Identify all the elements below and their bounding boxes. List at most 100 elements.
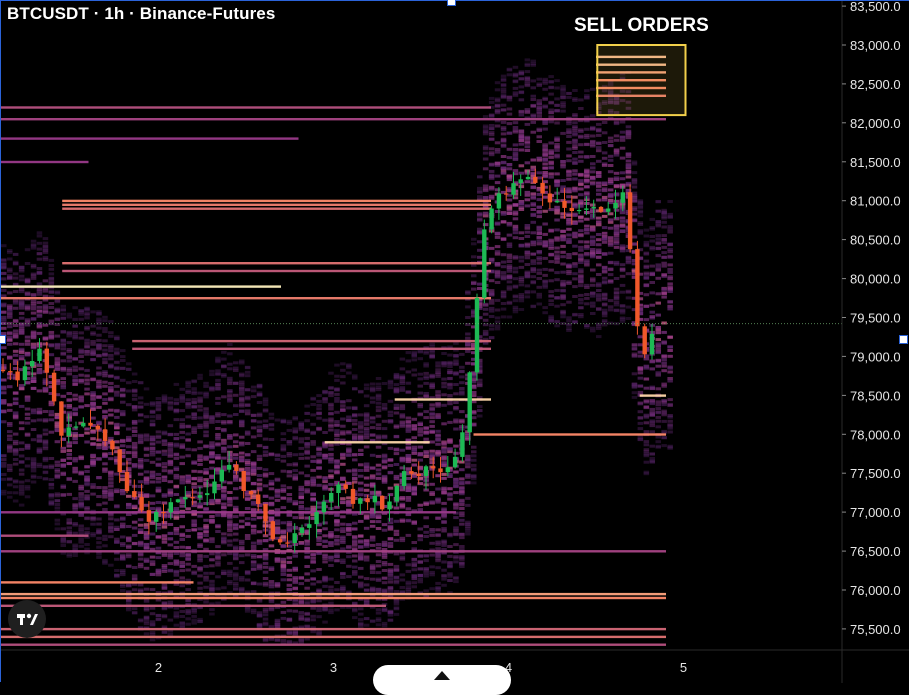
heatmap-cell xyxy=(387,486,394,490)
heatmap-cell xyxy=(191,401,197,405)
heatmap-cell xyxy=(429,416,435,420)
heatmap-cell xyxy=(24,432,31,436)
heatmap-cell xyxy=(18,460,25,464)
heatmap-cell xyxy=(108,331,114,335)
heatmap-cell xyxy=(102,348,108,352)
heatmap-cell xyxy=(304,404,310,408)
heatmap-cell xyxy=(536,99,542,103)
heatmap-cell xyxy=(280,438,287,441)
heatmap-cell xyxy=(316,589,322,593)
heatmap-cell xyxy=(239,383,245,387)
heatmap-cell xyxy=(7,325,13,329)
heatmap-cell xyxy=(346,453,352,457)
heatmap-cell xyxy=(530,86,536,90)
heatmap-cell xyxy=(536,110,542,114)
heatmap-cell xyxy=(173,468,180,472)
heatmap-cell xyxy=(399,407,406,411)
heatmap-cell xyxy=(304,436,310,440)
heatmap-cell xyxy=(310,599,316,603)
heatmap-cell xyxy=(554,109,560,113)
heatmap-cell xyxy=(405,519,412,523)
heatmap-cell xyxy=(369,453,376,457)
heatmap-cell xyxy=(399,404,406,408)
heatmap-cell xyxy=(500,84,507,88)
heatmap-cell xyxy=(554,324,560,328)
heatmap-cell xyxy=(203,507,209,511)
heatmap-cell xyxy=(512,203,519,207)
heatmap-cell xyxy=(233,538,239,542)
heatmap-cell xyxy=(566,147,572,151)
heatmap-cell xyxy=(12,458,19,461)
heatmap-cell xyxy=(346,415,352,419)
heatmap-cell xyxy=(435,413,441,417)
heatmap-cell xyxy=(12,282,19,286)
heatmap-cell xyxy=(244,553,251,557)
heatmap-cell xyxy=(84,494,90,498)
heatmap-cell xyxy=(24,292,31,296)
heatmap-cell xyxy=(167,449,174,453)
heatmap-cell xyxy=(459,387,465,390)
heatmap-cell xyxy=(173,623,180,627)
heatmap-cell xyxy=(494,316,501,320)
heatmap-cell xyxy=(137,441,144,445)
heatmap-cell xyxy=(48,319,55,323)
heatmap-cell xyxy=(233,413,239,416)
heatmap-cell xyxy=(387,493,394,497)
heatmap-cell xyxy=(441,541,447,545)
heatmap-cell xyxy=(102,398,108,401)
heatmap-cell xyxy=(221,495,227,499)
heatmap-cell xyxy=(209,552,215,556)
heatmap-cell xyxy=(102,489,108,493)
heatmap-cell xyxy=(155,472,162,476)
heatmap-cell xyxy=(54,506,61,510)
heatmap-cell xyxy=(429,491,435,495)
heatmap-cell xyxy=(179,545,185,549)
heatmap-cell xyxy=(24,412,31,416)
heatmap-cell xyxy=(42,381,49,385)
heatmap-cell xyxy=(494,162,501,166)
heatmap-cell xyxy=(203,420,209,424)
heatmap-cell xyxy=(256,401,263,404)
heatmap-cell xyxy=(1,346,7,350)
heatmap-cell xyxy=(560,279,566,283)
heatmap-cell xyxy=(262,484,269,488)
heatmap-cell xyxy=(352,453,358,457)
heatmap-cell xyxy=(358,607,364,611)
heatmap-cell xyxy=(334,437,340,441)
heatmap-cell xyxy=(96,545,102,549)
heatmap-cell xyxy=(363,468,370,472)
heatmap-cell xyxy=(42,477,49,481)
heatmap-cell xyxy=(167,480,174,484)
heatmap-cell xyxy=(60,527,66,531)
chart-canvas[interactable]: SELL ORDERS75,500.076,000.076,500.077,00… xyxy=(1,1,909,683)
heatmap-cell xyxy=(298,437,304,441)
heatmap-cell xyxy=(542,311,548,315)
heatmap-cell xyxy=(572,262,578,266)
heatmap-cell xyxy=(126,368,132,371)
heatmap-cell xyxy=(203,600,209,604)
heatmap-cell xyxy=(131,520,138,524)
heatmap-cell xyxy=(358,566,364,570)
heatmap-cell xyxy=(363,617,370,621)
heatmap-cell xyxy=(120,589,126,593)
heatmap-cell xyxy=(203,416,209,420)
heatmap-cell xyxy=(78,537,84,541)
heatmap-cell xyxy=(387,610,394,614)
heatmap-cell xyxy=(572,264,578,268)
heatmap-cell xyxy=(137,480,144,484)
heatmap-cell xyxy=(18,306,25,310)
heatmap-cell xyxy=(36,449,43,453)
heatmap-cell xyxy=(518,255,525,259)
heatmap-cell xyxy=(197,440,203,444)
heatmap-cell xyxy=(203,468,209,471)
heatmap-cell xyxy=(375,409,382,413)
heatmap-cell xyxy=(120,478,126,482)
heatmap-cell xyxy=(482,196,489,199)
heatmap-cell xyxy=(304,555,310,559)
heatmap-cell xyxy=(524,193,531,197)
heatmap-cell xyxy=(542,267,548,271)
heatmap-cell xyxy=(1,294,7,298)
heatmap-cell xyxy=(375,472,382,476)
heatmap-cell xyxy=(387,541,394,545)
heatmap-cell xyxy=(393,376,400,380)
